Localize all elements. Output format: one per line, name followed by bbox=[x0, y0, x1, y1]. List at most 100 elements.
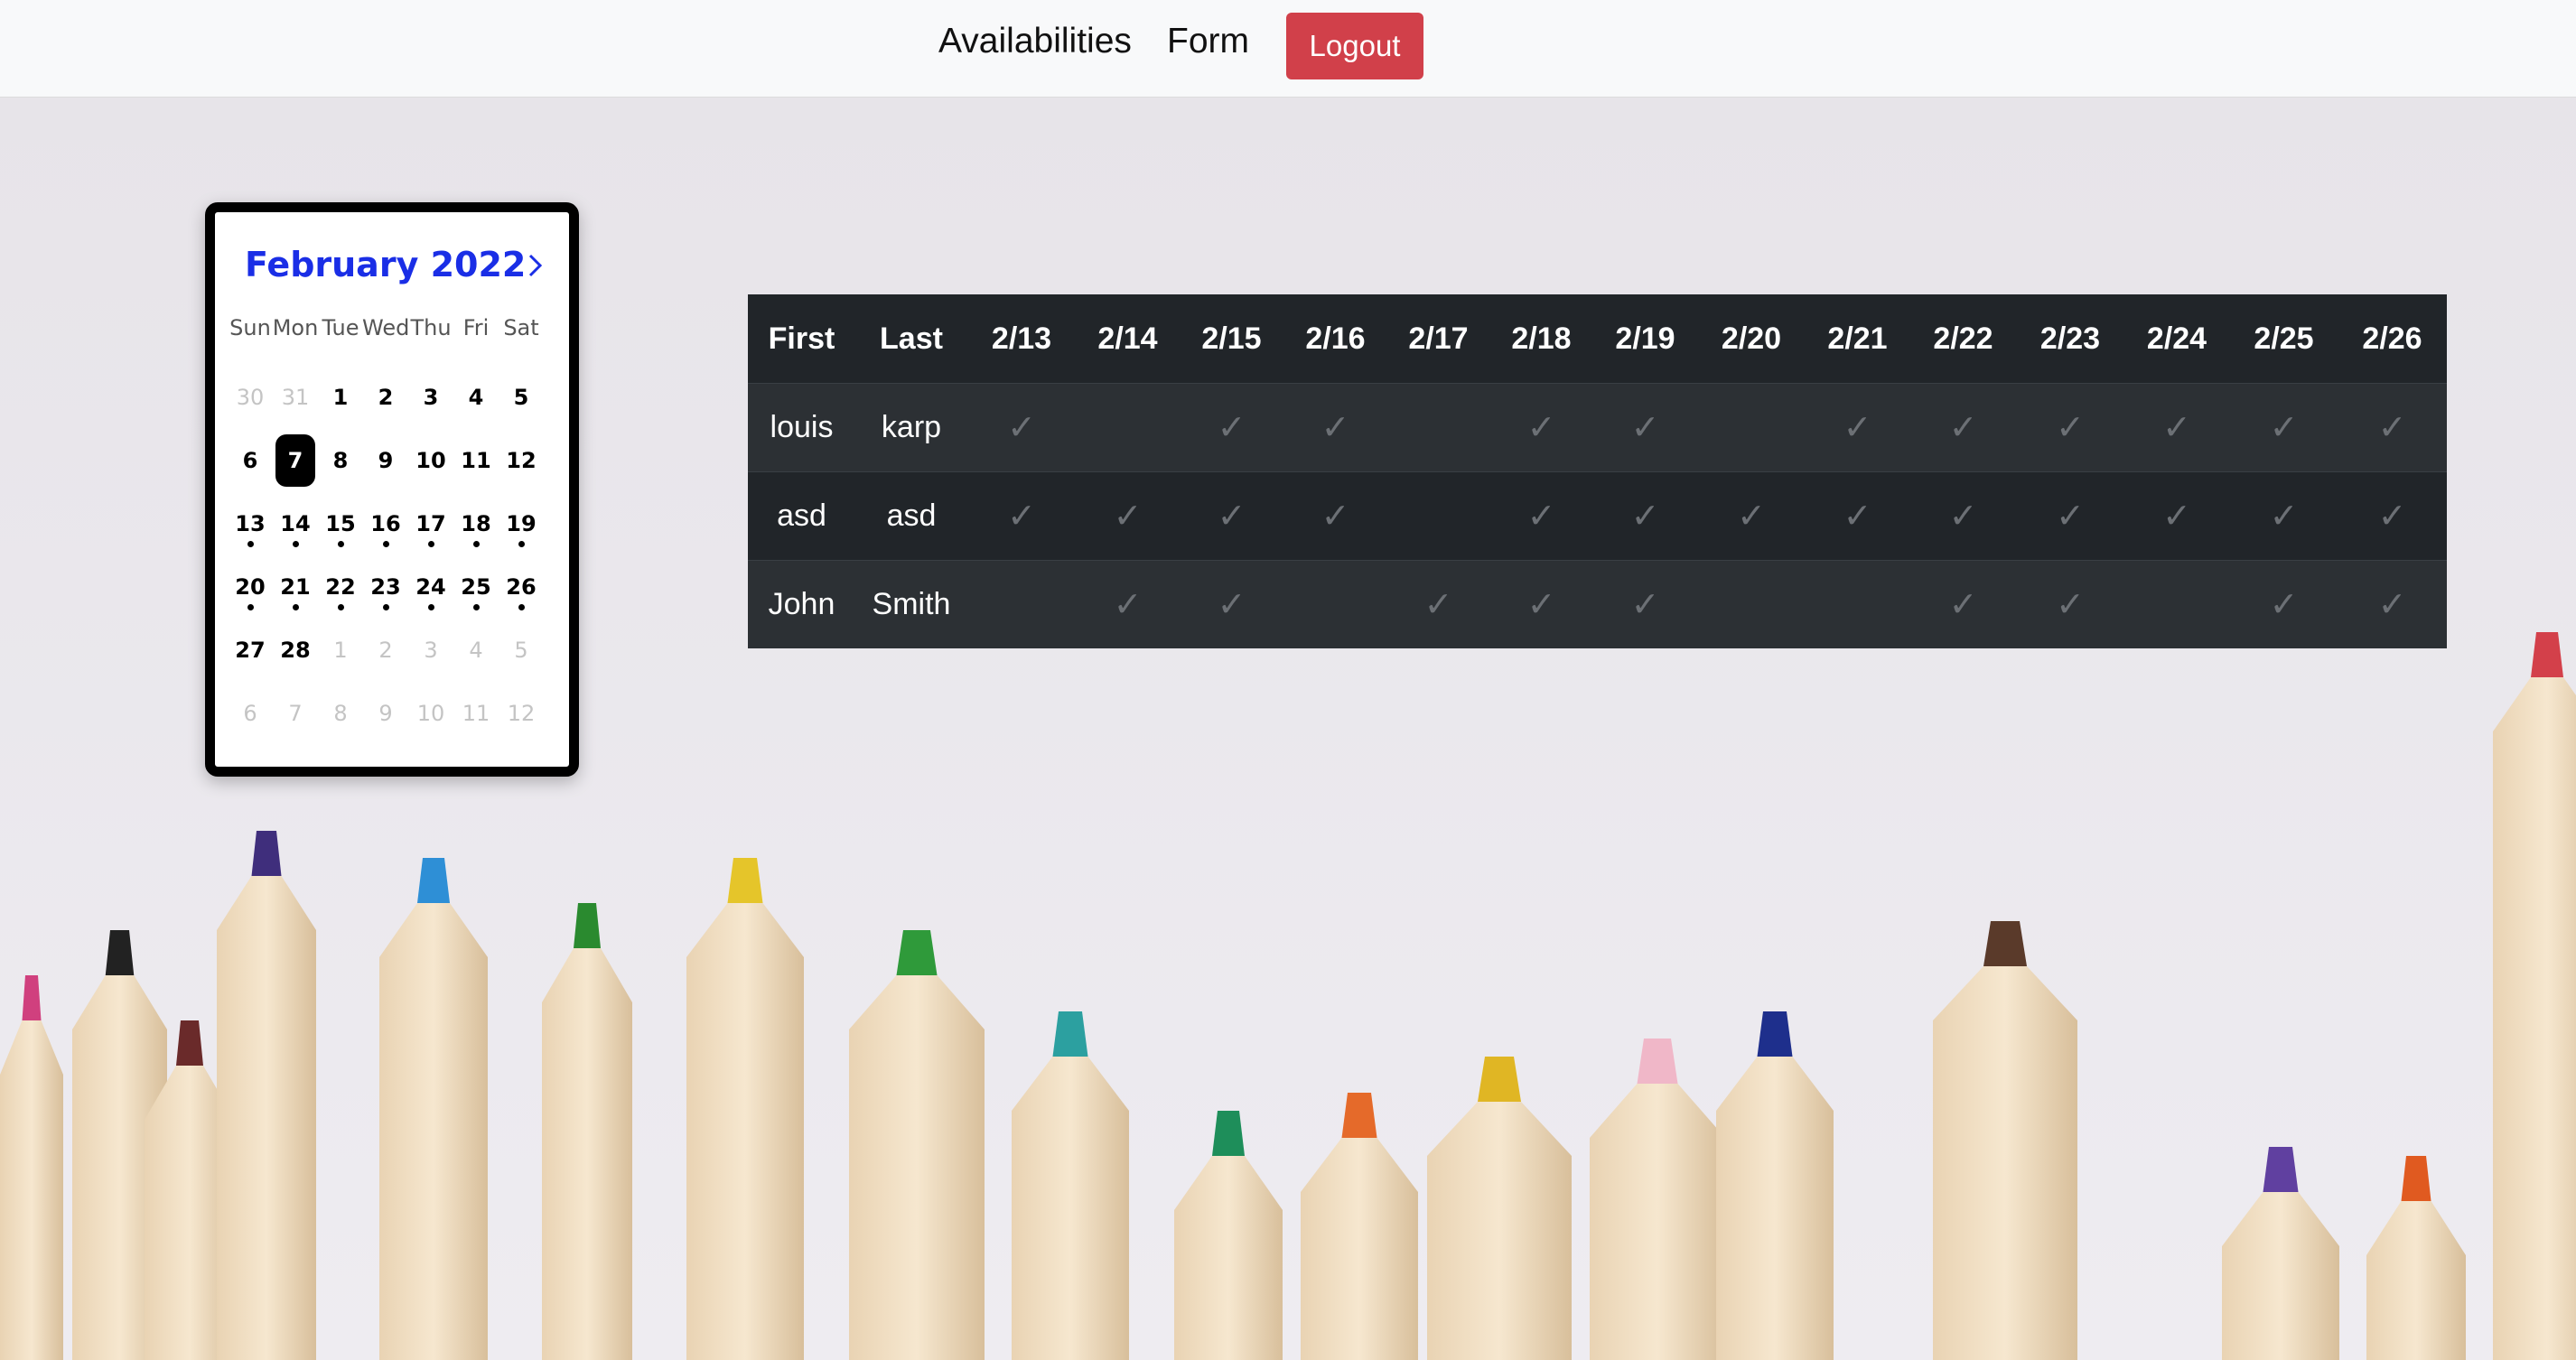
availability-cell: ✓ bbox=[1489, 471, 1593, 561]
checkmark-icon: ✓ bbox=[1843, 409, 1872, 447]
event-dot-icon bbox=[473, 541, 480, 547]
calendar-day[interactable]: 8 bbox=[321, 687, 360, 740]
nav-availabilities-link[interactable]: Availabilities bbox=[938, 16, 1132, 67]
calendar-day[interactable]: 12 bbox=[501, 687, 541, 740]
logout-button[interactable]: Logout bbox=[1286, 13, 1423, 79]
calendar-day[interactable]: 1 bbox=[321, 371, 360, 424]
calendar-day[interactable]: 3 bbox=[411, 371, 451, 424]
availability-cell: ✓ bbox=[967, 471, 1076, 561]
checkmark-icon: ✓ bbox=[1630, 409, 1660, 447]
availability-cell: ✓ bbox=[1593, 560, 1697, 648]
calendar-day[interactable]: 17 bbox=[411, 498, 451, 550]
weekday-header-row: Sun Mon Tue Wed Thu Fri Sat bbox=[224, 315, 558, 351]
checkmark-icon: ✓ bbox=[1113, 586, 1143, 624]
checkmark-icon: ✓ bbox=[2377, 498, 2407, 536]
calendar-day[interactable]: 16 bbox=[366, 498, 406, 550]
availability-cell: ✓ bbox=[2338, 471, 2447, 561]
availability-cell: ✓ bbox=[1387, 560, 1489, 648]
calendar-day[interactable]: 22 bbox=[321, 561, 360, 613]
calendar-day[interactable]: 5 bbox=[501, 371, 541, 424]
calendar-day[interactable]: 5 bbox=[501, 624, 541, 676]
calendar-day[interactable]: 1 bbox=[321, 624, 360, 676]
calendar-day[interactable]: 3 bbox=[411, 624, 451, 676]
calendar-widget: February 2022 Sun Mon Tue Wed Thu Fri Sat 30 31… bbox=[205, 202, 579, 777]
availability-cell bbox=[967, 560, 1076, 648]
checkmark-icon: ✓ bbox=[1630, 586, 1660, 624]
calendar-day[interactable]: 19 bbox=[501, 498, 541, 550]
calendar-day[interactable]: 15 bbox=[321, 498, 360, 550]
calendar-day[interactable]: 28 bbox=[275, 624, 315, 676]
calendar-day[interactable]: 18 bbox=[456, 498, 496, 550]
calendar-day[interactable]: 4 bbox=[456, 371, 496, 424]
availability-cell bbox=[1387, 471, 1489, 561]
column-header-date: 2/19 bbox=[1593, 294, 1697, 384]
availability-cell bbox=[1387, 383, 1489, 472]
calendar-day[interactable]: 21 bbox=[275, 561, 315, 613]
first-name-cell: asd bbox=[748, 471, 855, 561]
calendar-day-selected[interactable]: 7 bbox=[275, 434, 315, 487]
checkmark-icon: ✓ bbox=[2269, 409, 2299, 447]
availability-cell bbox=[1806, 560, 1909, 648]
calendar-day[interactable]: 30 bbox=[230, 371, 270, 424]
weekday-label: Fri bbox=[462, 315, 490, 340]
event-dot-icon bbox=[473, 604, 480, 610]
event-dot-icon bbox=[428, 541, 434, 547]
calendar-day[interactable]: 11 bbox=[456, 434, 496, 487]
availability-cell: ✓ bbox=[1489, 560, 1593, 648]
table-row: John Smith ✓ ✓ ✓ ✓ ✓ ✓ ✓ ✓ ✓ bbox=[748, 560, 2447, 648]
calendar-day[interactable]: 4 bbox=[456, 624, 496, 676]
column-header-date: 2/26 bbox=[2338, 294, 2447, 384]
calendar-day[interactable]: 6 bbox=[230, 434, 270, 487]
checkmark-icon: ✓ bbox=[1321, 498, 1350, 536]
column-header-date: 2/18 bbox=[1489, 294, 1593, 384]
calendar-day[interactable]: 26 bbox=[501, 561, 541, 613]
availability-cell: ✓ bbox=[1593, 471, 1697, 561]
column-header-date: 2/22 bbox=[1909, 294, 2017, 384]
column-header-date: 2/20 bbox=[1697, 294, 1806, 384]
checkmark-icon: ✓ bbox=[1321, 409, 1350, 447]
checkmark-icon: ✓ bbox=[2377, 409, 2407, 447]
first-name-cell: John bbox=[748, 560, 855, 648]
weekday-label: Tue bbox=[322, 315, 359, 340]
calendar-day[interactable]: 10 bbox=[411, 434, 451, 487]
event-dot-icon bbox=[247, 541, 254, 547]
availability-cell: ✓ bbox=[2017, 383, 2123, 472]
calendar-day[interactable]: 2 bbox=[366, 624, 406, 676]
calendar-day[interactable]: 7 bbox=[275, 687, 315, 740]
calendar-day[interactable]: 8 bbox=[321, 434, 360, 487]
table-row: louis karp ✓ ✓ ✓ ✓ ✓ ✓ ✓ ✓ ✓ ✓ ✓ bbox=[748, 383, 2447, 472]
availability-table: First Last 2/13 2/14 2/15 2/16 2/17 2/18 2/19 2/2… bbox=[748, 294, 2447, 648]
checkmark-icon: ✓ bbox=[1217, 586, 1246, 624]
checkmark-icon: ✓ bbox=[2056, 586, 2085, 624]
last-name-cell: karp bbox=[855, 383, 967, 472]
calendar-day[interactable]: 6 bbox=[230, 687, 270, 740]
checkmark-icon: ✓ bbox=[1007, 498, 1036, 536]
checkmark-icon: ✓ bbox=[1630, 498, 1660, 536]
column-header-date: 2/17 bbox=[1387, 294, 1489, 384]
checkmark-icon: ✓ bbox=[2269, 498, 2299, 536]
availability-cell: ✓ bbox=[2230, 471, 2338, 561]
chevron-right-icon[interactable] bbox=[518, 243, 554, 288]
calendar-day[interactable]: 25 bbox=[456, 561, 496, 613]
event-dot-icon bbox=[338, 541, 344, 547]
availability-cell: ✓ bbox=[1909, 560, 2017, 648]
last-name-cell: Smith bbox=[855, 560, 967, 648]
calendar-day[interactable]: 2 bbox=[366, 371, 406, 424]
calendar-day[interactable]: 10 bbox=[411, 687, 451, 740]
checkmark-icon: ✓ bbox=[2056, 498, 2085, 536]
calendar-day[interactable]: 11 bbox=[456, 687, 496, 740]
calendar-day[interactable]: 31 bbox=[275, 371, 315, 424]
availability-cell: ✓ bbox=[2338, 383, 2447, 472]
availability-cell: ✓ bbox=[967, 383, 1076, 472]
nav-form-link[interactable]: Form bbox=[1167, 16, 1249, 67]
calendar-day[interactable]: 23 bbox=[366, 561, 406, 613]
calendar-day[interactable]: 13 bbox=[230, 498, 270, 550]
calendar-day[interactable]: 9 bbox=[366, 434, 406, 487]
calendar-day[interactable]: 9 bbox=[366, 687, 406, 740]
calendar-day[interactable]: 14 bbox=[275, 498, 315, 550]
calendar-day[interactable]: 12 bbox=[501, 434, 541, 487]
calendar-day[interactable]: 27 bbox=[230, 624, 270, 676]
checkmark-icon: ✓ bbox=[1948, 498, 1978, 536]
calendar-day[interactable]: 24 bbox=[411, 561, 451, 613]
calendar-day[interactable]: 20 bbox=[230, 561, 270, 613]
